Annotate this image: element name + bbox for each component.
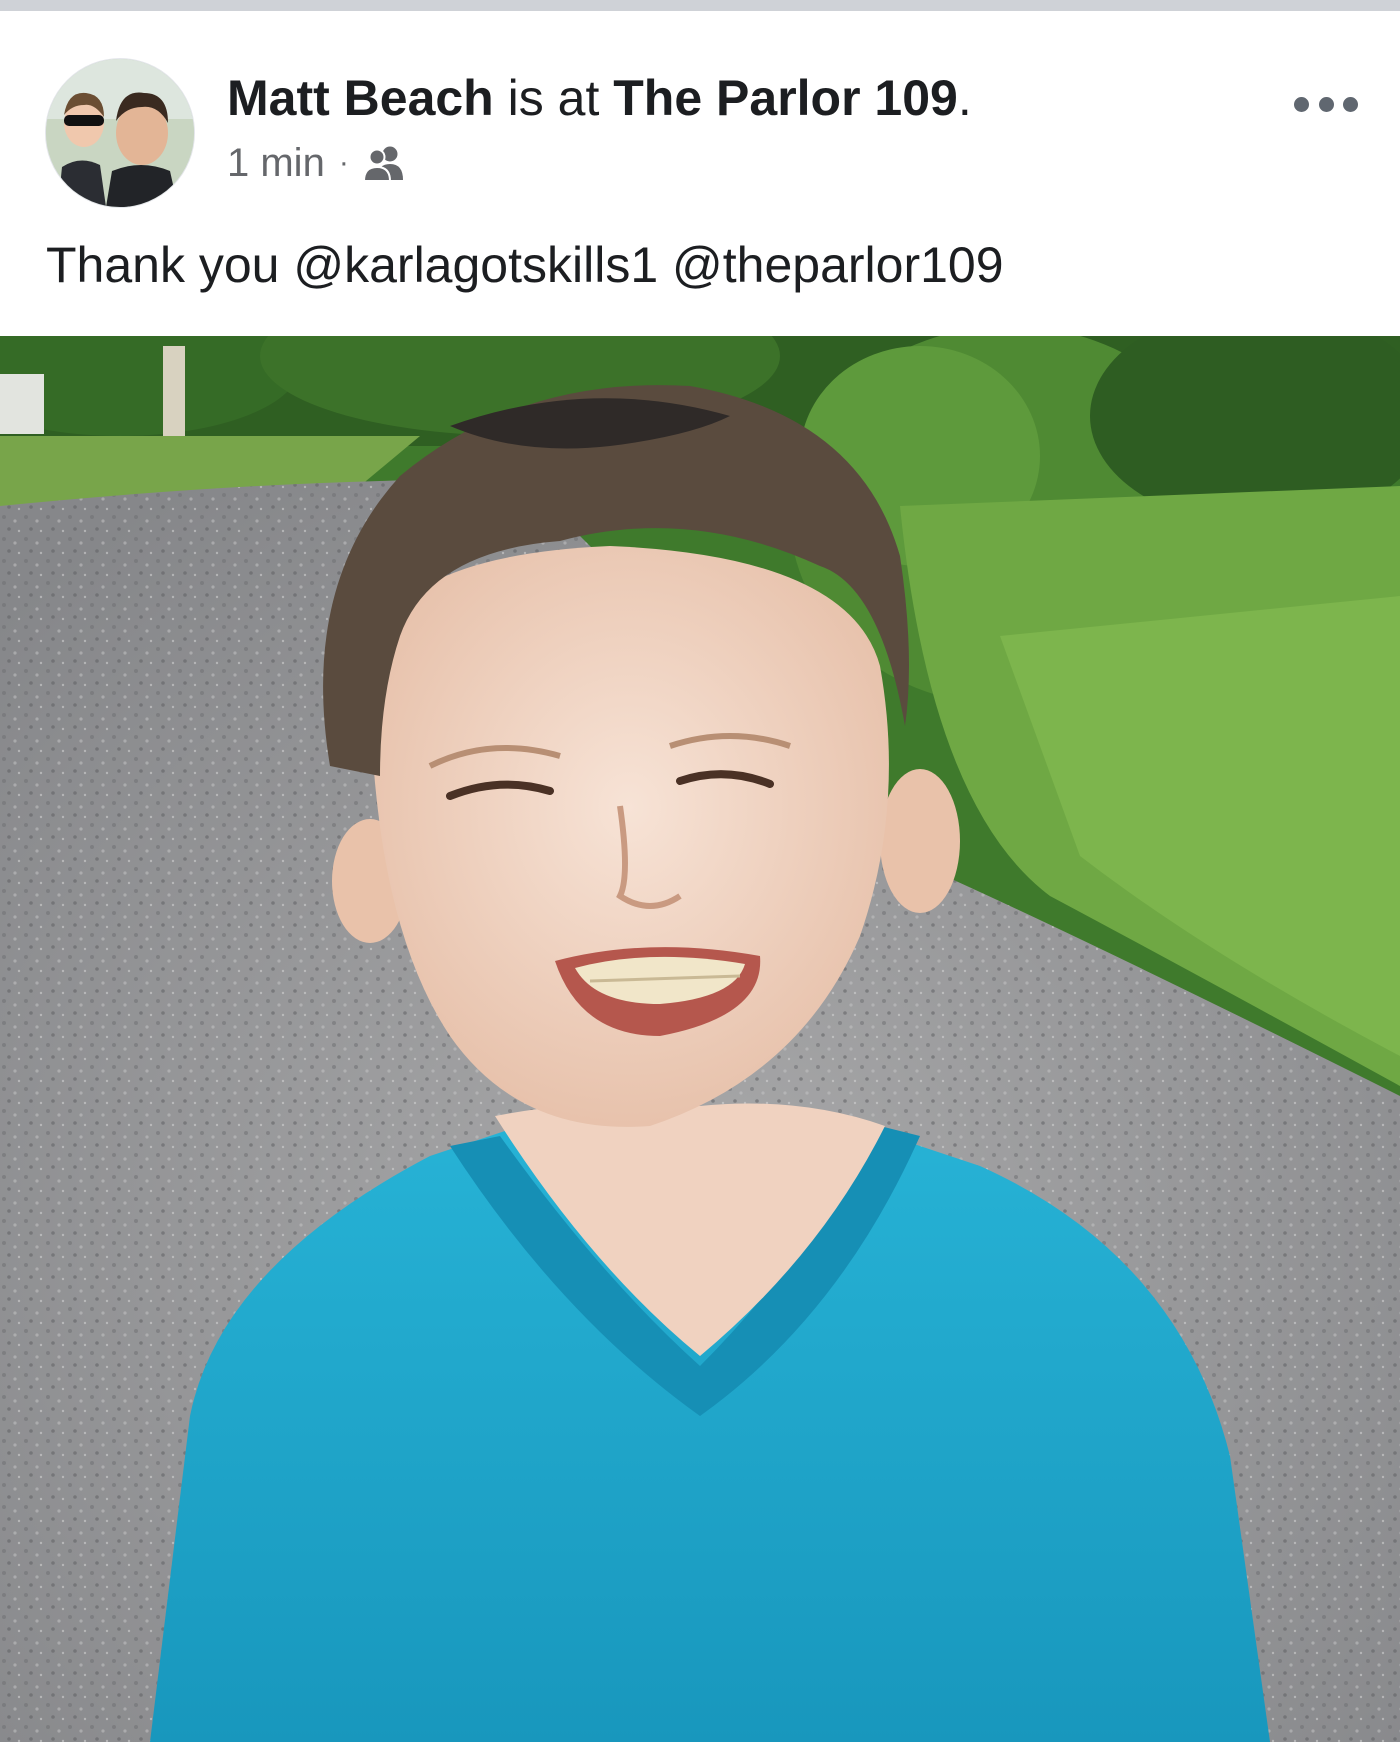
post-photo[interactable]: [0, 336, 1400, 1742]
check-in-text: is at: [507, 70, 600, 126]
post-meta: 1 min ·: [227, 140, 407, 186]
post-text: Thank you @karlagotskills1 @theparlor109: [46, 237, 1004, 293]
more-dot: [1343, 96, 1358, 112]
more-dot: [1294, 96, 1309, 112]
author-name-link[interactable]: Matt Beach: [227, 70, 494, 126]
post-header: Matt Beach is at The Parlor 109.: [227, 68, 972, 128]
top-edge-strip: [0, 0, 1400, 11]
avatar[interactable]: [45, 58, 195, 208]
header-period: .: [957, 70, 972, 126]
friends-icon[interactable]: [362, 145, 407, 181]
meta-separator: ·: [338, 146, 349, 179]
timestamp-link[interactable]: 1 min: [227, 141, 325, 186]
place-link[interactable]: The Parlor 109: [613, 70, 958, 126]
more-dot: [1318, 96, 1334, 112]
more-options-icon[interactable]: [1290, 86, 1362, 122]
